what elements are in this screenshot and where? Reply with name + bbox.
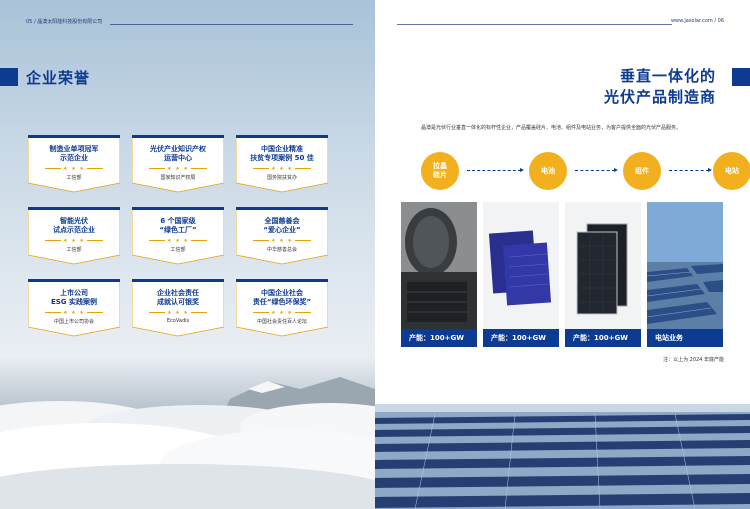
left-header-rule [110, 24, 353, 25]
title-line-1: 垂直一体化的 [619, 67, 716, 85]
award-stars: ★ ★ ★ [132, 238, 224, 244]
award-title: 全国慈善会 “爱心企业” [263, 217, 301, 234]
title-line-2: 光伏产品制造商 [603, 88, 716, 106]
award-title: 智能光伏 试点示范企业 [53, 217, 95, 234]
photo-caption: 产能：100+GW [401, 329, 477, 347]
award-issuer: 国家知识产权局 [160, 175, 196, 181]
photo-caption: 产能：100+GW [483, 329, 559, 347]
award-badge: 6 个国家级 “绿色工厂” ★ ★ ★ 工信部 [132, 207, 224, 265]
award-badge: 全国慈善会 “爱心企业” ★ ★ ★ 中华慈善总会 [236, 207, 328, 265]
arrow-icon [575, 168, 618, 172]
award-stars: ★ ★ ★ [132, 166, 224, 172]
title-accent-bar [732, 68, 750, 86]
award-banner-shape [236, 135, 328, 193]
value-chain: 拉晶 硅片 电池 组件 电站 [415, 152, 750, 192]
award-stars: ★ ★ ★ [28, 310, 120, 316]
chain-node-station: 电站 [713, 152, 750, 190]
award-stars: ★ ★ ★ [236, 238, 328, 244]
award-title: 上市公司 ESG 实践案例 [50, 289, 97, 306]
module-image [565, 202, 641, 347]
silicon-wafer-photo: 产能：100+GW [401, 202, 477, 347]
award-stars: ★ ★ ★ [28, 166, 120, 172]
solar-farm-background [375, 404, 750, 509]
right-page: www.jasolar.com / 06 垂直一体化的 光伏产品制造商 晶澳是光… [375, 0, 750, 509]
award-issuer: 中国上市公司协会 [53, 319, 94, 325]
award-banner-shape [28, 279, 120, 337]
cell-image [483, 202, 559, 347]
photo-caption: 电站业务 [647, 329, 723, 347]
award-banner-shape [28, 135, 120, 193]
left-title-block: 企业荣誉 [0, 68, 91, 87]
solar-cell-photo: 产能：100+GW [483, 202, 559, 347]
award-stars: ★ ★ ★ [28, 238, 120, 244]
solar-module-photo: 产能：100+GW [565, 202, 641, 347]
award-banner-shape [132, 207, 224, 265]
station-image [647, 202, 723, 347]
award-stars: ★ ★ ★ [132, 310, 224, 316]
award-banner-shape [132, 279, 224, 337]
award-banner-shape [28, 207, 120, 265]
award-issuer: 工信部 [170, 247, 186, 253]
arrow-icon [669, 168, 712, 172]
award-badge: 企业社会责任 成就认可银奖 ★ ★ ★ EcoVadis [132, 279, 224, 337]
cloud-sea-background [0, 377, 375, 509]
award-badge: 上市公司 ESG 实践案例 ★ ★ ★ 中国上市公司协会 [28, 279, 120, 337]
award-issuer: 工信部 [66, 175, 82, 181]
award-stars: ★ ★ ★ [236, 310, 328, 316]
photo-caption: 产能：100+GW [565, 329, 641, 347]
award-issuer: 工信部 [66, 247, 82, 253]
award-title: 6 个国家级 “绿色工厂” [159, 217, 197, 234]
left-page: 05 / 晶澳太阳能科技股份有限公司 企业荣誉 制造业单项冠军 示范企业 ★ ★… [0, 0, 375, 509]
award-title: 企业社会责任 成就认可银奖 [157, 289, 199, 306]
award-stars: ★ ★ ★ [236, 166, 328, 172]
award-title: 制造业单项冠军 示范企业 [49, 145, 99, 162]
right-header-rule [397, 24, 672, 25]
award-banner-shape [236, 207, 328, 265]
power-station-photo: 电站业务 [647, 202, 723, 347]
award-title: 光伏产业知识产权 运营中心 [150, 145, 206, 162]
wafer-image [401, 202, 477, 347]
award-badge: 制造业单项冠军 示范企业 ★ ★ ★ 工信部 [28, 135, 120, 193]
award-issuer: 中国社会责任百人论坛 [256, 319, 307, 325]
title-accent-bar [0, 68, 18, 86]
brochure-spread: 05 / 晶澳太阳能科技股份有限公司 企业荣誉 制造业单项冠军 示范企业 ★ ★… [0, 0, 750, 509]
chain-node-wafer: 拉晶 硅片 [421, 152, 459, 190]
intro-text: 晶澳是光伏行业垂直一体化的标杆性企业，产品覆盖硅片、电池、组件及电站业务，为客户… [421, 125, 682, 131]
award-issuer: 中华慈善总会 [266, 247, 297, 253]
capacity-note: 注：以上为 2024 年底产能 [663, 357, 724, 363]
product-photos: 产能：100+GW 产能：100+GW 产能：100+GW 电站业务 [401, 202, 724, 347]
right-page-header: www.jasolar.com / 06 [670, 18, 724, 24]
award-issuer: EcoVadis [166, 318, 190, 324]
award-issuer: 国务院扶贫办 [266, 175, 297, 181]
award-badge: 中国企业社会 责任“绿色环保奖” ★ ★ ★ 中国社会责任百人论坛 [236, 279, 328, 337]
section-title: 企业荣誉 [26, 68, 91, 87]
arrow-icon [467, 168, 524, 172]
awards-grid: 制造业单项冠军 示范企业 ★ ★ ★ 工信部 光伏产业知识产权 运营中心 ★ ★… [28, 135, 328, 337]
award-badge: 中国企业精准 扶贫专项案例 50 佳 ★ ★ ★ 国务院扶贫办 [236, 135, 328, 193]
page-title: 垂直一体化的 光伏产品制造商 [604, 66, 716, 108]
award-banner-shape [132, 135, 224, 193]
chain-node-cell: 电池 [529, 152, 567, 190]
award-title: 中国企业社会 责任“绿色环保奖” [252, 289, 312, 306]
award-badge: 智能光伏 试点示范企业 ★ ★ ★ 工信部 [28, 207, 120, 265]
award-badge: 光伏产业知识产权 运营中心 ★ ★ ★ 国家知识产权局 [132, 135, 224, 193]
award-banner-shape [236, 279, 328, 337]
award-title: 中国企业精准 扶贫专项案例 50 佳 [250, 145, 314, 162]
left-page-header: 05 / 晶澳太阳能科技股份有限公司 [26, 19, 103, 25]
chain-node-module: 组件 [623, 152, 661, 190]
